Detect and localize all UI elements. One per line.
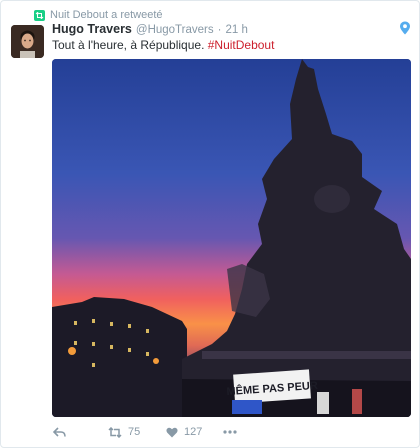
tweet-actions: 75 127 <box>53 424 237 440</box>
tweet-card: Nuit Debout a retweeté Hugo Travers @Hug… <box>0 0 420 448</box>
tweet-timestamp[interactable]: 21 h <box>225 24 247 36</box>
tweet-text-body: Tout à l'heure, à République. <box>52 38 208 52</box>
retweet-context-text[interactable]: Nuit Debout a retweeté <box>50 9 163 21</box>
retweet-action[interactable]: 75 <box>108 426 166 438</box>
more-action[interactable] <box>223 430 237 434</box>
location-pin-icon[interactable] <box>399 21 411 35</box>
like-action[interactable]: 127 <box>166 426 223 438</box>
like-count: 127 <box>184 426 203 438</box>
more-icon[interactable] <box>223 430 237 434</box>
retweet-context: Nuit Debout a retweeté <box>34 8 163 22</box>
tweet-text: Tout à l'heure, à République. #NuitDebou… <box>52 38 402 52</box>
author-handle[interactable]: @HugoTravers <box>136 24 214 36</box>
reply-icon[interactable] <box>53 426 66 438</box>
reply-action[interactable] <box>53 426 108 438</box>
header-separator: · <box>217 24 222 36</box>
hashtag-link[interactable]: #NuitDebout <box>208 38 275 52</box>
heart-icon[interactable] <box>166 427 178 438</box>
author-fullname[interactable]: Hugo Travers <box>52 22 132 36</box>
tweet-header: Hugo Travers @HugoTravers · 21 h <box>52 22 389 38</box>
avatar[interactable] <box>11 25 44 58</box>
retweet-count: 75 <box>128 426 141 438</box>
retweet-icon[interactable] <box>108 426 122 438</box>
tweet-photo[interactable]: MÊME PAS PEUR <box>52 59 411 417</box>
retweet-badge-icon <box>34 9 45 21</box>
